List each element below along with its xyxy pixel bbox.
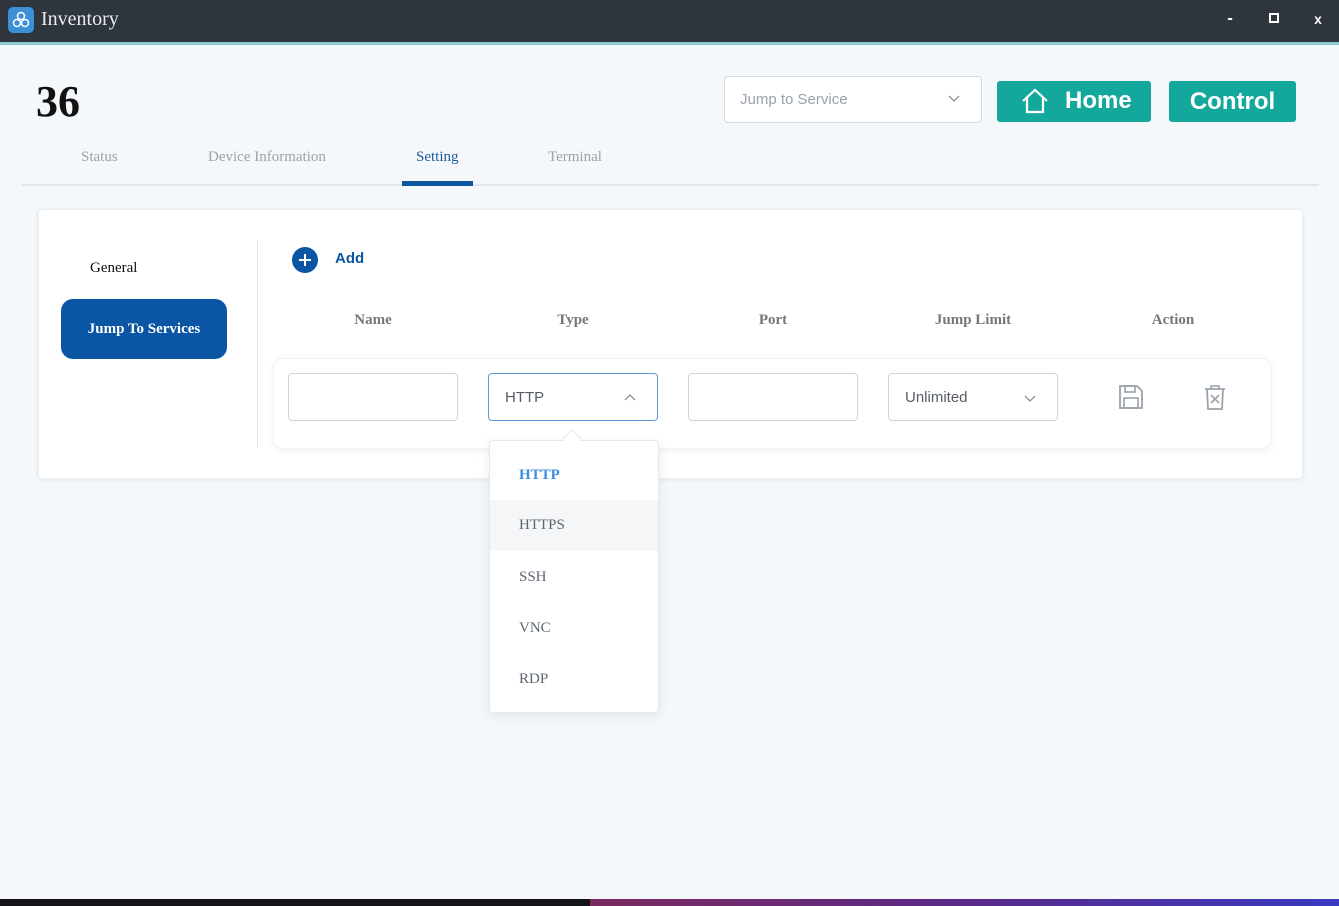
- type-select[interactable]: HTTP: [488, 373, 658, 421]
- type-option-https[interactable]: HTTPS: [490, 500, 658, 551]
- taskbar-strip: [0, 899, 1339, 906]
- chevron-down-icon: [1024, 395, 1036, 402]
- type-select-value: HTTP: [505, 389, 545, 406]
- type-option-http[interactable]: HTTP: [490, 450, 658, 501]
- port-field[interactable]: [688, 373, 858, 421]
- type-option-ssh[interactable]: SSH: [490, 552, 658, 603]
- home-button-label: Home: [1065, 87, 1132, 114]
- home-icon: [1022, 88, 1048, 114]
- type-option-vnc[interactable]: VNC: [490, 603, 658, 654]
- jump-select-placeholder: Jump to Service: [740, 91, 848, 108]
- jump-limit-select[interactable]: Unlimited: [888, 373, 1058, 421]
- title-bar-accent: [0, 42, 1339, 45]
- column-header-action: Action: [1151, 312, 1195, 328]
- tab-terminal[interactable]: Terminal: [548, 149, 602, 166]
- taskbar-gradient: [590, 899, 1339, 906]
- column-header-name: Name: [354, 312, 392, 328]
- save-icon[interactable]: [1118, 383, 1144, 411]
- window-title: Inventory: [41, 8, 119, 30]
- maximize-button[interactable]: [1260, 8, 1288, 30]
- maximize-icon: [1269, 12, 1279, 23]
- sidebar-divider: [257, 240, 258, 448]
- tab-status[interactable]: Status: [81, 149, 118, 166]
- column-header-type: Type: [557, 312, 589, 328]
- close-button[interactable]: x: [1304, 8, 1332, 30]
- home-button[interactable]: Home: [997, 81, 1151, 122]
- add-service-button[interactable]: Add: [335, 250, 364, 267]
- minimize-button[interactable]: -: [1216, 8, 1244, 30]
- add-icon[interactable]: [292, 247, 318, 273]
- column-header-jump-limit: Jump Limit: [934, 312, 1012, 328]
- page-title: 36: [36, 77, 80, 126]
- column-header-port: Port: [758, 312, 788, 328]
- tab-setting[interactable]: Setting: [416, 149, 459, 166]
- name-field[interactable]: [288, 373, 458, 421]
- chevron-down-icon: [948, 95, 960, 102]
- type-option-rdp[interactable]: RDP: [490, 654, 658, 705]
- title-bar: [0, 0, 1339, 42]
- active-tab-indicator: [402, 181, 473, 186]
- jump-to-service-select[interactable]: Jump to Service: [724, 76, 982, 123]
- sidebar-item-jump-to-services[interactable]: Jump To Services: [61, 299, 227, 359]
- sidebar-item-general[interactable]: General: [90, 260, 137, 277]
- app-icon: [8, 7, 34, 33]
- jump-limit-value: Unlimited: [905, 389, 968, 406]
- delete-icon[interactable]: [1202, 383, 1228, 411]
- tabs-divider: [22, 184, 1319, 186]
- tab-device-information[interactable]: Device Information: [208, 149, 326, 166]
- chevron-up-icon: [624, 394, 636, 401]
- control-button[interactable]: Control: [1169, 81, 1296, 122]
